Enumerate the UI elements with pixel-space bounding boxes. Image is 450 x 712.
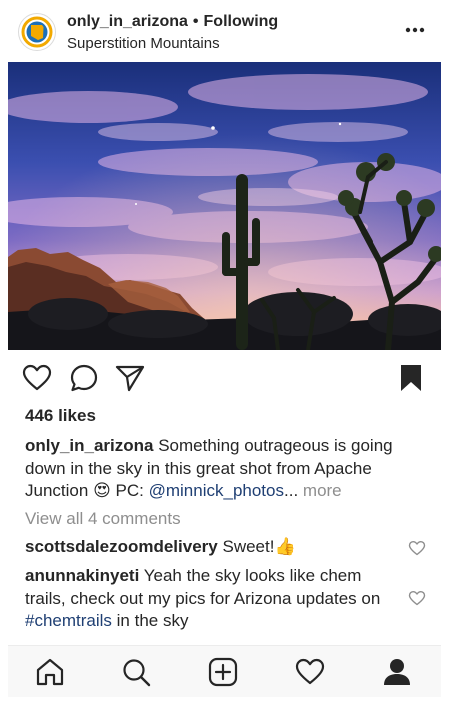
add-post-icon[interactable] <box>207 656 239 688</box>
thumbs-up-emoji: 👍 <box>274 537 296 556</box>
bottom-tab-bar <box>8 645 441 697</box>
profile-icon[interactable] <box>381 656 413 688</box>
caption-credit-label: PC: <box>115 481 144 500</box>
comment-item: anunnakinyeti Yeah the sky looks like ch… <box>25 565 397 633</box>
post-caption: only_in_arizona Something outrageous is … <box>25 435 430 503</box>
action-bar <box>0 360 450 396</box>
comment-like-heart-icon[interactable] <box>408 540 426 556</box>
username-line: only_in_arizona • Following <box>67 13 278 31</box>
arizona-logo-icon <box>21 16 53 48</box>
caption-more-link[interactable]: more <box>303 481 342 500</box>
hashtag-link[interactable]: #chemtrails <box>25 611 112 630</box>
separator-dot: • <box>192 13 199 30</box>
caption-ellipsis: ... <box>284 481 299 500</box>
heart-icon[interactable] <box>21 362 53 394</box>
profile-avatar[interactable] <box>18 13 56 51</box>
likes-count[interactable]: 446 likes <box>25 406 96 426</box>
post-header: only_in_arizona • Following Superstition M… <box>0 0 450 62</box>
comment-icon[interactable] <box>68 362 100 394</box>
comment-text: Sweet! <box>222 537 275 556</box>
activity-heart-icon[interactable] <box>294 656 326 688</box>
search-icon[interactable] <box>120 656 152 688</box>
heart-eyes-emoji: 😍 <box>93 481 111 500</box>
share-icon[interactable] <box>114 362 146 394</box>
comment-username[interactable]: anunnakinyeti <box>25 566 139 585</box>
post-photo[interactable] <box>8 62 441 350</box>
caption-username[interactable]: only_in_arizona <box>25 436 153 455</box>
bookmark-icon[interactable] <box>395 362 427 394</box>
post-username[interactable]: only_in_arizona <box>67 13 188 30</box>
comment-username[interactable]: scottsdalezoomdelivery <box>25 537 218 556</box>
caption-mention-link[interactable]: @minnick_photos <box>149 481 284 500</box>
comment-text-end: in the sky <box>116 611 189 630</box>
home-icon[interactable] <box>34 656 66 688</box>
post-location[interactable]: Superstition Mountains <box>67 35 220 52</box>
comment-like-heart-icon[interactable] <box>408 590 426 606</box>
comment-item: scottsdalezoomdelivery Sweet!👍 <box>25 536 397 559</box>
following-button[interactable]: Following <box>204 13 279 30</box>
view-all-comments-link[interactable]: View all 4 comments <box>25 509 181 529</box>
more-options-icon[interactable] <box>400 18 430 42</box>
